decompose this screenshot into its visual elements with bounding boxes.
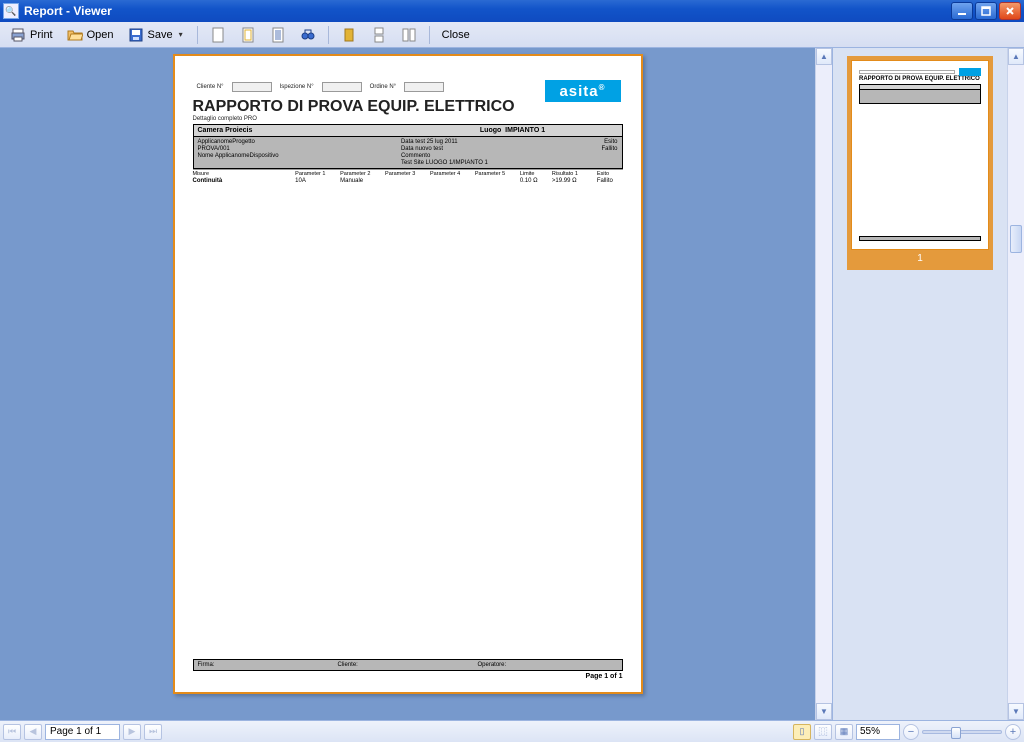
report-page: asita® Cliente N° Ispezione N° Ordine N°… — [173, 54, 643, 694]
print-button[interactable]: Print — [4, 24, 59, 46]
thumb-logo — [959, 68, 981, 76]
continuous-icon — [371, 27, 387, 43]
title-bar: 🔍 Report - Viewer — [0, 0, 1024, 22]
save-icon — [128, 27, 144, 43]
ispezione-field — [322, 82, 362, 92]
zoom-value[interactable]: 55% — [856, 724, 900, 740]
meta-value: PROVA/001 — [198, 146, 328, 152]
cliente-label: Cliente N° — [193, 82, 228, 92]
window-controls — [951, 2, 1021, 20]
multi-page-icon — [401, 27, 417, 43]
report-subtitle: Dettaglio completo PRO — [193, 116, 623, 122]
open-icon — [67, 27, 83, 43]
firma-label: Firma: — [198, 662, 338, 668]
meta-label: Data nuovo test — [401, 146, 499, 152]
layout-facing-button[interactable]: ⿲ — [814, 724, 832, 740]
scroll-thumb[interactable] — [1010, 225, 1022, 253]
multi-page-button[interactable] — [395, 24, 423, 46]
meta-value: Fallito — [572, 146, 618, 152]
meta-label: Nome ApplicanomeDispositivo — [198, 153, 328, 159]
save-dropdown-icon[interactable]: ▾ — [177, 30, 185, 39]
page-lines-button[interactable] — [264, 24, 292, 46]
section-right: Luogo IMPIANTO 1 — [408, 127, 618, 134]
ordine-field — [404, 82, 444, 92]
save-button[interactable]: Save ▾ — [122, 24, 191, 46]
zoom-slider[interactable] — [922, 730, 1002, 734]
window-title: Report - Viewer — [24, 4, 951, 18]
signature-bar: Firma: Cliente: Operatore: — [193, 659, 623, 671]
cliente-field — [232, 82, 272, 92]
open-button[interactable]: Open — [61, 24, 120, 46]
single-page-icon — [341, 27, 357, 43]
section-header: Camera Proiecis Luogo IMPIANTO 1 — [193, 124, 623, 137]
section-left: Camera Proiecis — [198, 127, 408, 134]
page-setup-button[interactable] — [204, 24, 232, 46]
page-icon — [210, 27, 226, 43]
close-label: Close — [442, 29, 470, 41]
maximize-button[interactable] — [975, 2, 997, 20]
separator — [429, 26, 430, 44]
cliente-sig-label: Cliente: — [338, 662, 478, 668]
page-margins-icon — [240, 27, 256, 43]
save-label: Save — [148, 29, 173, 41]
brand-logo: asita® — [545, 80, 621, 102]
scroll-track[interactable] — [816, 65, 832, 703]
zoom-out-button[interactable]: − — [903, 724, 919, 740]
scroll-track[interactable] — [1008, 65, 1024, 703]
close-button[interactable]: Close — [436, 26, 476, 44]
scroll-down-icon[interactable]: ▼ — [816, 703, 832, 720]
table-row: Continuità 10A Manuale 0.10 Ω >19.99 Ω F… — [193, 178, 623, 184]
meta-label: Commento — [401, 153, 499, 159]
thumb-scrollbar[interactable]: ▲ ▼ — [1007, 48, 1024, 720]
toolbar: Print Open Save ▾ Close — [0, 22, 1024, 48]
operatore-label: Operatore: — [478, 662, 618, 668]
thumbnail[interactable]: RAPPORTO DI PROVA EQUIP. ELETTRICO — [851, 60, 989, 250]
single-page-button[interactable] — [335, 24, 363, 46]
page-number: Page 1 of 1 — [193, 673, 623, 680]
layout-single-button[interactable]: ▯ — [793, 724, 811, 740]
table-header: Misure Parameter 1 Parameter 2 Parameter… — [193, 169, 623, 178]
print-icon — [10, 27, 26, 43]
page-lines-icon — [270, 27, 286, 43]
nav-bar: ⏮ ◀ Page 1 of 1 ▶ ⏭ ▯ ⿲ ▦ 55% − + — [0, 720, 1024, 742]
separator — [197, 26, 198, 44]
binoculars-icon — [300, 27, 316, 43]
zoom-in-button[interactable]: + — [1005, 724, 1021, 740]
ordine-label: Ordine N° — [366, 82, 400, 92]
print-label: Print — [30, 29, 53, 41]
open-label: Open — [87, 29, 114, 41]
meta-label: ApplicanomeProgetto — [198, 139, 328, 145]
section-body: ApplicanomeProgetto Data test 25 lug 201… — [193, 137, 623, 169]
scroll-up-icon[interactable]: ▲ — [816, 48, 832, 65]
first-page-button[interactable]: ⏮ — [3, 724, 21, 740]
next-page-button[interactable]: ▶ — [123, 724, 141, 740]
page-margins-button[interactable] — [234, 24, 262, 46]
main-area: asita® Cliente N° Ispezione N° Ordine N°… — [0, 48, 1024, 720]
thumbnail-pane: RAPPORTO DI PROVA EQUIP. ELETTRICO 1 — [832, 48, 1007, 720]
page-input[interactable]: Page 1 of 1 — [45, 724, 120, 740]
zoom-thumb[interactable] — [951, 727, 961, 739]
find-button[interactable] — [294, 24, 322, 46]
thumbnail-selected[interactable]: RAPPORTO DI PROVA EQUIP. ELETTRICO 1 — [847, 56, 993, 270]
scroll-down-icon[interactable]: ▼ — [1008, 703, 1024, 720]
continuous-page-button[interactable] — [365, 24, 393, 46]
last-page-button[interactable]: ⏭ — [144, 724, 162, 740]
document-pane[interactable]: asita® Cliente N° Ispezione N° Ordine N°… — [0, 48, 815, 720]
close-window-button[interactable] — [999, 2, 1021, 20]
prev-page-button[interactable]: ◀ — [24, 724, 42, 740]
app-icon: 🔍 — [3, 3, 19, 19]
separator — [328, 26, 329, 44]
thumbnail-label: 1 — [851, 250, 989, 266]
layout-grid-button[interactable]: ▦ — [835, 724, 853, 740]
thumb-title: RAPPORTO DI PROVA EQUIP. ELETTRICO — [859, 76, 981, 82]
minimize-button[interactable] — [951, 2, 973, 20]
ispezione-label: Ispezione N° — [276, 82, 318, 92]
doc-scrollbar[interactable]: ▲ ▼ — [815, 48, 832, 720]
scroll-up-icon[interactable]: ▲ — [1008, 48, 1024, 65]
